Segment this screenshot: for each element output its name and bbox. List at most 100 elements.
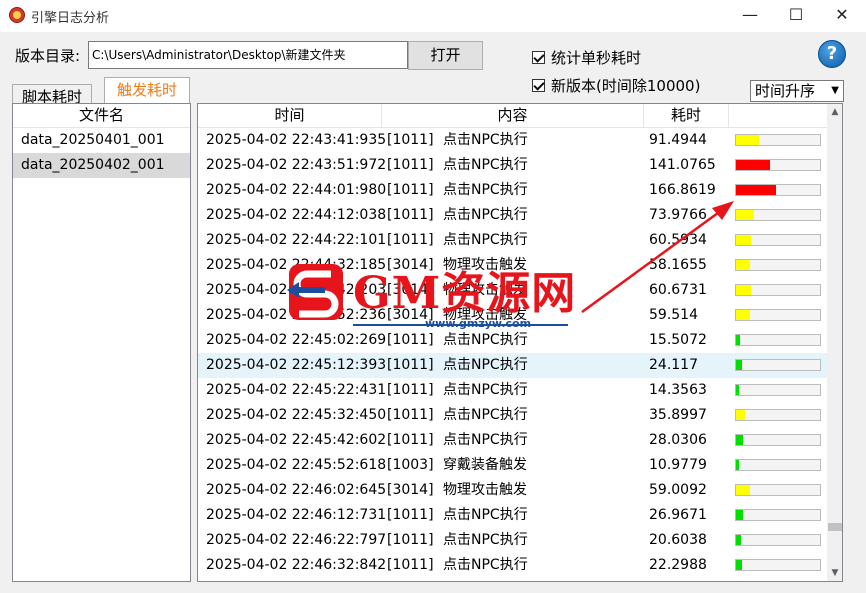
row-duration: 141.0765 [649,157,716,173]
sort-order-select[interactable]: 时间升序 ▼ [750,80,844,102]
row-event-name: 点击NPC执行 [443,532,528,548]
row-event-name: 物理攻击触发 [443,482,527,498]
row-event-name: 点击NPC执行 [443,332,528,348]
column-header-duration[interactable]: 耗时 [644,104,729,128]
row-time: 2025-04-02 22:46:02:645 [206,482,387,498]
maximize-button[interactable]: ☐ [773,0,819,32]
duration-bar [735,259,821,271]
row-time: 2025-04-02 22:46:12:731 [206,507,387,523]
row-event-name: 点击NPC执行 [443,407,528,423]
row-duration: 15.5072 [649,332,707,348]
table-row[interactable]: 2025-04-02 22:45:42:602 [1011] 点击NPC执行 28.0… [198,428,828,453]
app-icon [9,7,25,23]
row-event-code: [3014] [387,307,434,323]
duration-bar [735,509,821,521]
table-rows: 2025-04-02 22:43:41:935 [1011] 点击NPC执行 91.4… [198,128,828,578]
dir-label: 版本目录: [15,47,81,65]
close-button[interactable]: ✕ [819,0,865,32]
duration-bar [735,309,821,321]
row-event-name: 穿戴装备触发 [443,457,527,473]
trigger-log-table: 时间 内容 耗时 2025-04-02 22:43:41:935 [1011] 点击… [197,103,843,582]
scroll-up-icon[interactable]: ▲ [827,104,842,120]
table-row[interactable]: 2025-04-02 22:43:51:972 [1011] 点击NPC执行 141.… [198,153,828,178]
dir-path-input[interactable]: C:\Users\Administrator\Desktop\新建文件夹 [88,41,408,69]
table-row[interactable]: 2025-04-02 22:46:32:842 [1011] 点击NPC执行 22.2… [198,553,828,578]
row-time: 2025-04-02 22:45:12:393 [206,357,387,373]
window-title: 引擎日志分析 [31,11,110,26]
table-row[interactable]: 2025-04-02 22:45:52:618 [1003] 穿戴装备触发 10.97… [198,453,828,478]
table-row[interactable]: 2025-04-02 22:46:12:731 [1011] 点击NPC执行 26.9… [198,503,828,528]
duration-bar [735,434,821,446]
table-row[interactable]: 2025-04-02 22:45:22:431 [1011] 点击NPC执行 14.3… [198,378,828,403]
table-row[interactable]: 2025-04-02 22:45:02:269 [1011] 点击NPC执行 15.5… [198,328,828,353]
table-row[interactable]: 2025-04-02 22:45:12:393 [1011] 点击NPC执行 24.1… [198,353,828,378]
row-event-code: [1011] [387,382,434,398]
table-row[interactable]: 2025-04-02 22:46:02:645 [3014] 物理攻击触发 59.00… [198,478,828,503]
row-duration: 22.2988 [649,557,707,573]
column-header-content[interactable]: 内容 [382,104,644,128]
row-time: 2025-04-02 22:44:22:101 [206,232,387,248]
duration-bar-fill [736,360,742,370]
table-row[interactable]: 2025-04-02 22:43:41:935 [1011] 点击NPC执行 91.4… [198,128,828,153]
row-duration: 59.0092 [649,482,707,498]
duration-bar [735,534,821,546]
new-version-checkbox[interactable]: 新版本(时间除10000) [532,75,700,96]
row-event-name: 点击NPC执行 [443,232,528,248]
row-duration: 28.0306 [649,432,707,448]
file-list-panel: 文件名 data_20250401_001 data_20250402_001 [12,103,191,582]
table-row[interactable]: 2025-04-02 22:44:32:185 [3014] 物理攻击触发 58.16… [198,253,828,278]
table-row[interactable]: 2025-04-02 22:44:42:203 [3014] 物理攻击触发 60.67… [198,278,828,303]
tab-trigger-cost[interactable]: 触发耗时 [104,77,190,104]
row-duration: 73.9766 [649,207,707,223]
duration-bar-fill [736,460,739,470]
duration-bar [735,159,821,171]
table-row[interactable]: 2025-04-02 22:44:12:038 [1011] 点击NPC执行 73.9… [198,203,828,228]
duration-bar [735,134,821,146]
file-list-item[interactable]: data_20250401_001 [13,128,190,153]
file-list-header: 文件名 [13,104,190,128]
row-duration: 60.5934 [649,232,707,248]
duration-bar [735,234,821,246]
row-event-code: [1011] [387,357,434,373]
table-row[interactable]: 2025-04-02 22:45:32:450 [1011] 点击NPC执行 35.8… [198,403,828,428]
row-time: 2025-04-02 22:45:42:602 [206,432,387,448]
column-header-bar [729,104,828,128]
row-event-code: [1011] [387,432,434,448]
row-event-code: [1011] [387,232,434,248]
row-event-code: [1011] [387,132,434,148]
help-icon[interactable]: ? [818,40,846,68]
row-event-name: 点击NPC执行 [443,507,528,523]
duration-bar [735,409,821,421]
stat-per-second-checkbox[interactable]: 统计单秒耗时 [532,47,641,68]
duration-bar-fill [736,485,751,495]
scroll-down-icon[interactable]: ▼ [827,565,842,581]
minimize-button[interactable]: — [727,0,773,32]
checkbox-checked-icon [532,51,545,64]
row-event-name: 点击NPC执行 [443,182,528,198]
row-time: 2025-04-02 22:43:51:972 [206,157,387,173]
table-row[interactable]: 2025-04-02 22:44:22:101 [1011] 点击NPC执行 60.5… [198,228,828,253]
table-row[interactable]: 2025-04-02 22:44:01:980 [1011] 点击NPC执行 166.… [198,178,828,203]
duration-bar-fill [736,310,751,320]
row-duration: 35.8997 [649,407,707,423]
row-duration: 14.3563 [649,382,707,398]
row-event-name: 物理攻击触发 [443,257,527,273]
scrollbar-thumb[interactable] [828,523,842,531]
table-row[interactable]: 2025-04-02 22:44:52:236 [3014] 物理攻击触发 59.51… [198,303,828,328]
row-time: 2025-04-02 22:44:52:236 [206,307,387,323]
duration-bar [735,384,821,396]
row-time: 2025-04-02 22:45:02:269 [206,332,387,348]
file-list-item[interactable]: data_20250402_001 [13,153,190,178]
table-row[interactable]: 2025-04-02 22:46:22:797 [1011] 点击NPC执行 20.6… [198,528,828,553]
duration-bar [735,459,821,471]
vertical-scrollbar[interactable]: ▲ ▼ [827,104,842,581]
row-time: 2025-04-02 22:46:22:797 [206,532,387,548]
duration-bar-fill [736,260,751,270]
duration-bar-fill [736,385,740,395]
column-header-time[interactable]: 时间 [198,104,382,128]
row-time: 2025-04-02 22:44:32:185 [206,257,387,273]
duration-bar [735,284,821,296]
row-duration: 24.117 [649,357,698,373]
open-button[interactable]: 打开 [408,41,483,70]
duration-bar [735,184,821,196]
